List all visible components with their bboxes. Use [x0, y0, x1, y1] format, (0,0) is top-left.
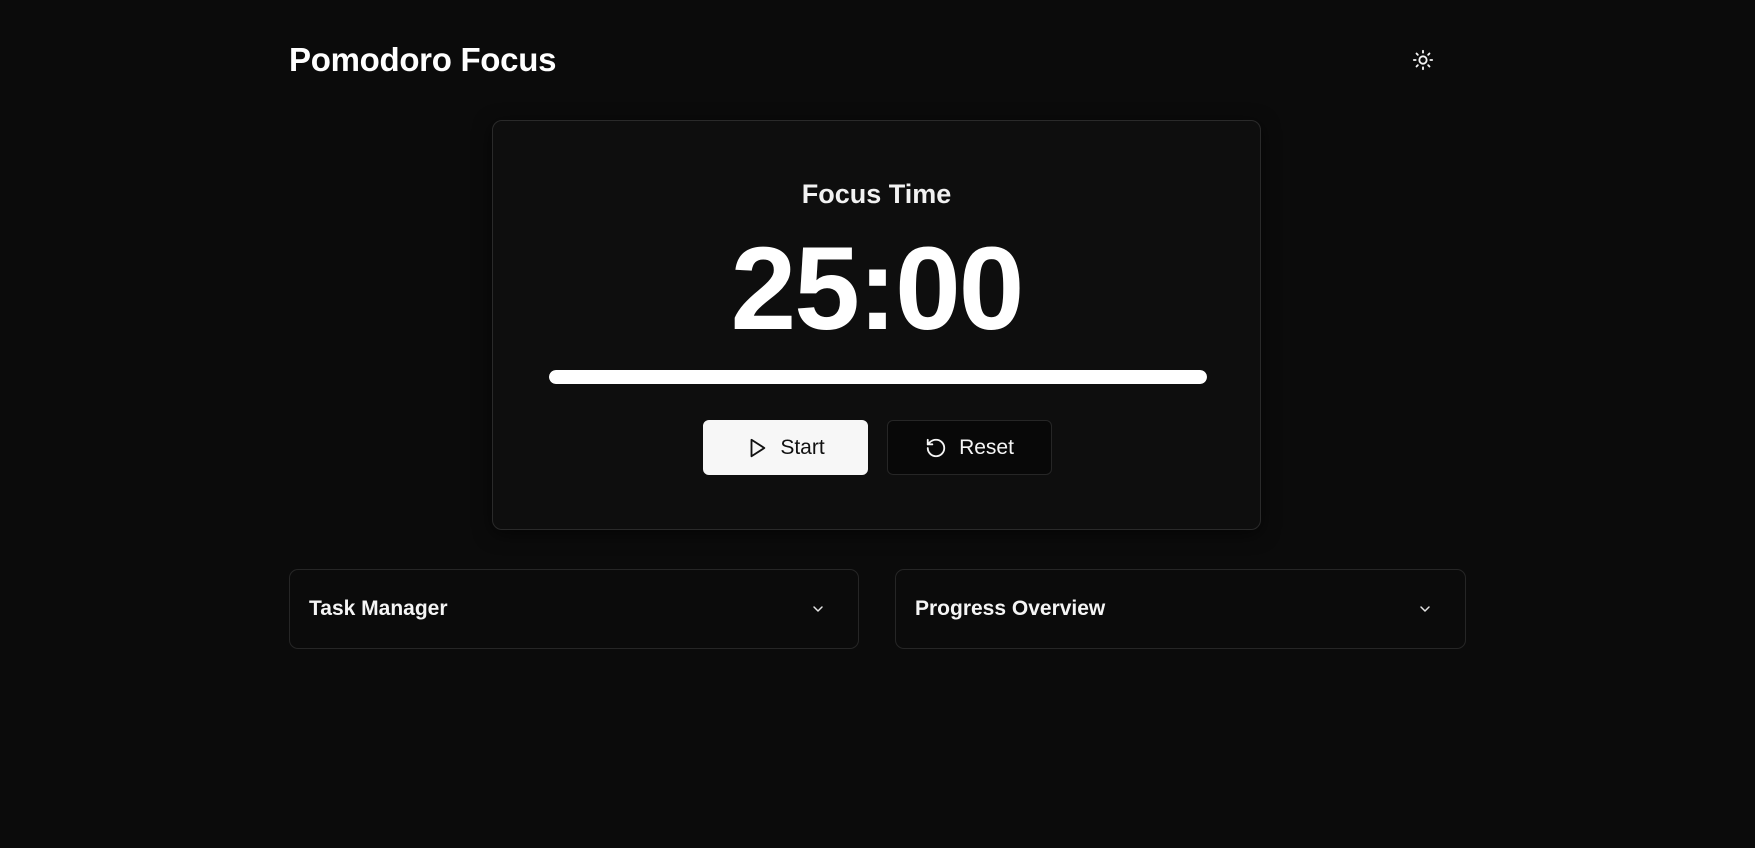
play-icon [746, 436, 768, 460]
sun-icon [1412, 49, 1434, 71]
header: Pomodoro Focus [289, 38, 1454, 82]
chevron-down-icon [1417, 601, 1433, 617]
progress-overview-panel[interactable]: Progress Overview [895, 569, 1466, 649]
progress-overview-title: Progress Overview [915, 597, 1106, 620]
start-button-label: Start [780, 435, 825, 459]
app-title: Pomodoro Focus [289, 41, 557, 78]
timer-controls: Start Reset [703, 420, 1052, 475]
timer-progress-fill [549, 370, 1207, 384]
app-root: Pomodoro Focus Focus Time 25:00 Start Re… [0, 0, 1755, 848]
timer-card: Focus Time 25:00 Start Reset [492, 120, 1261, 530]
task-manager-panel[interactable]: Task Manager [289, 569, 859, 649]
theme-toggle-button[interactable] [1403, 40, 1443, 80]
reset-button-label: Reset [959, 435, 1014, 459]
timer-progress-bar [549, 370, 1207, 384]
start-button[interactable]: Start [703, 420, 868, 475]
task-manager-title: Task Manager [309, 597, 448, 620]
chevron-down-icon [810, 601, 826, 617]
rotate-ccw-icon [925, 437, 947, 459]
reset-button[interactable]: Reset [887, 420, 1052, 475]
timer-display: 25:00 [730, 223, 1025, 355]
timer-mode-label: Focus Time [801, 179, 952, 209]
